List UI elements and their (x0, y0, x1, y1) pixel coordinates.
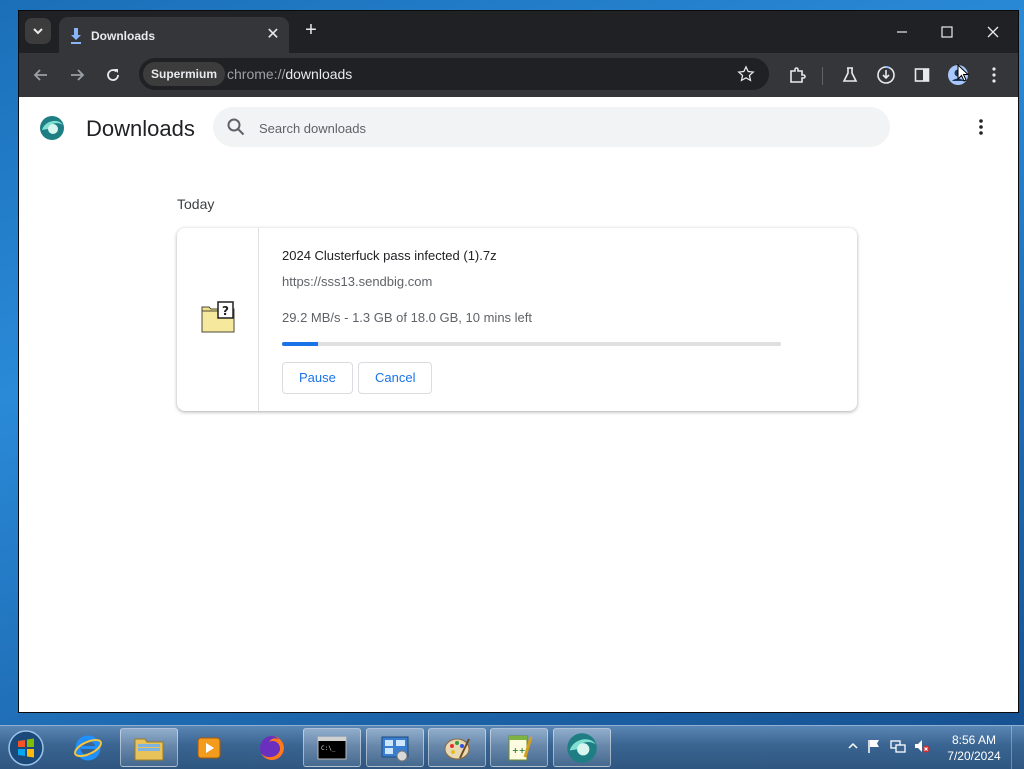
show-hidden-icons-icon[interactable] (845, 738, 861, 754)
svg-text:?: ? (222, 304, 229, 318)
taskbar-firefox[interactable] (243, 728, 301, 767)
maximize-button[interactable] (934, 19, 960, 45)
taskbar-paint[interactable] (428, 728, 486, 767)
taskbar-media-player[interactable] (180, 728, 238, 767)
url-text[interactable]: chrome://downloads (227, 66, 352, 82)
address-bar[interactable]: Supermium chrome://downloads (139, 58, 769, 90)
control-panel-icon (381, 736, 409, 761)
browser-menu-button[interactable] (983, 64, 1005, 86)
svg-text:C:\_: C:\_ (321, 745, 336, 752)
site-info-chip[interactable]: Supermium (143, 62, 226, 86)
file-source-url[interactable]: https://sss13.sendbig.com (282, 274, 432, 289)
side-panel-icon (914, 68, 930, 82)
search-bar[interactable] (213, 107, 890, 147)
new-tab-button[interactable]: + (301, 20, 321, 40)
labs-button[interactable] (839, 64, 861, 86)
download-item: ? 2024 Clusterfuck pass infected (1).7z … (177, 228, 857, 411)
taskbar-internet-explorer[interactable] (59, 728, 117, 767)
taskbar-control-panel[interactable] (366, 728, 424, 767)
browser-toolbar: Supermium chrome://downloads (19, 53, 1018, 97)
more-vert-icon (992, 67, 996, 83)
pause-button[interactable]: Pause (282, 362, 353, 394)
arrow-left-icon (33, 69, 47, 81)
download-progress-icon (877, 66, 895, 84)
show-desktop-button[interactable] (1011, 726, 1024, 769)
search-input[interactable] (257, 115, 861, 141)
flask-icon (842, 67, 858, 82)
unknown-file-icon: ? (201, 301, 235, 333)
action-center-flag-icon[interactable] (866, 738, 882, 754)
clock-date: 7/20/2024 (947, 749, 1001, 763)
network-icon[interactable] (890, 738, 906, 754)
clock-time: 8:56 AM (951, 733, 997, 747)
svg-text:++: ++ (512, 746, 525, 755)
tab-downloads[interactable]: Downloads ✕ (59, 17, 289, 53)
reload-button[interactable] (103, 65, 123, 85)
chevron-down-icon (33, 28, 43, 35)
date-heading: Today (177, 196, 215, 212)
back-button[interactable] (31, 65, 51, 85)
file-icon-column: ? (177, 228, 259, 411)
taskbar-file-explorer[interactable] (120, 728, 178, 767)
page-title: Downloads (86, 116, 195, 141)
bookmark-star-icon[interactable] (737, 65, 755, 83)
download-progress-bar (282, 342, 781, 346)
file-name[interactable]: 2024 Clusterfuck pass infected (1).7z (282, 248, 497, 263)
cancel-button[interactable]: Cancel (358, 362, 433, 394)
close-tab-icon[interactable]: ✕ (265, 27, 281, 43)
paint-palette-icon (444, 738, 470, 759)
downloads-page: Downloads Today ? 2024 Clusterfuck pass … (19, 97, 1018, 712)
download-icon (71, 28, 81, 44)
taskbar-supermium[interactable] (553, 728, 611, 767)
more-vert-icon (979, 119, 983, 135)
media-player-icon (197, 737, 221, 758)
close-window-button[interactable] (980, 19, 1006, 45)
page-more-button[interactable] (971, 117, 991, 137)
taskbar-notepad-plus-plus[interactable]: ++ (490, 728, 548, 767)
toolbar-divider (822, 67, 823, 85)
download-status: 29.2 MB/s - 1.3 GB of 18.0 GB, 10 mins l… (282, 310, 533, 325)
close-icon (987, 26, 999, 38)
start-orb-icon[interactable] (6, 728, 46, 768)
minimize-button[interactable] (889, 19, 915, 45)
puzzle-icon (790, 67, 806, 83)
notepad-plus-plus-icon: ++ (508, 735, 533, 760)
extensions-button[interactable] (786, 64, 808, 86)
browser-window: Downloads ✕ + Supermium chrome://downloa… (18, 10, 1019, 713)
firefox-icon (260, 735, 284, 760)
system-clock[interactable]: 8:56 AM 7/20/2024 (938, 732, 1010, 764)
minimize-icon (897, 31, 907, 33)
tab-title: Downloads (91, 29, 156, 43)
tab-search-button[interactable] (25, 18, 51, 44)
supermium-icon (567, 732, 597, 763)
arrow-right-icon (71, 69, 85, 81)
side-panel-button[interactable] (911, 64, 933, 86)
mouse-cursor-icon (957, 64, 969, 82)
command-prompt-icon: C:\_ (317, 736, 347, 759)
search-icon (227, 118, 245, 136)
download-progress-fill (282, 342, 318, 346)
reload-icon (107, 69, 119, 81)
title-bar: Downloads ✕ + (19, 11, 1018, 53)
supermium-logo-icon (40, 116, 64, 140)
volume-muted-icon[interactable] (914, 738, 930, 754)
forward-button[interactable] (67, 65, 87, 85)
maximize-icon (941, 26, 953, 38)
taskbar: C:\_ ++ 8:56 AM 7/20/2024 (0, 725, 1024, 769)
folder-icon (134, 738, 164, 760)
taskbar-command-prompt[interactable]: C:\_ (303, 728, 361, 767)
downloads-button[interactable] (875, 64, 897, 86)
internet-explorer-icon (74, 735, 102, 760)
